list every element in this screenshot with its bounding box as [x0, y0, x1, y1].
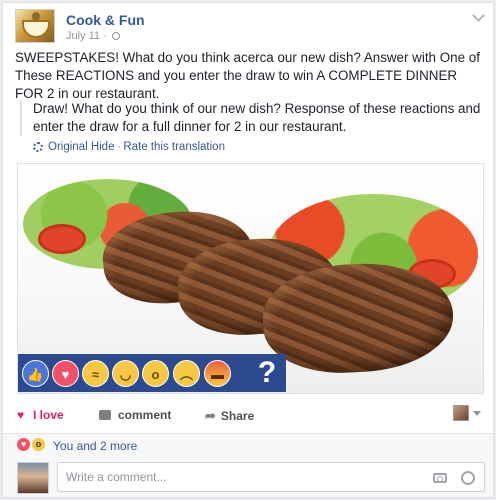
emoji-icon[interactable]: [461, 471, 475, 485]
profile-switcher[interactable]: [453, 405, 481, 421]
share-button-label: Share: [220, 409, 255, 423]
gear-icon: [33, 142, 43, 152]
comment-button-label: comment: [118, 408, 172, 422]
love-icon: ♥: [52, 360, 79, 387]
page-avatar[interactable]: [15, 9, 55, 43]
caret-down-icon: [473, 410, 481, 416]
original-hide-link[interactable]: Original Hide: [48, 141, 114, 153]
angry-icon: ▬: [204, 360, 231, 387]
wow-reaction-icon: o: [32, 438, 45, 451]
post-text: SWEEPSTAKES! What do you think acerca ou…: [15, 50, 480, 101]
post-card: Cook & Fun July 11 · SWEEPSTAKES! What d…: [2, 2, 494, 498]
comment-button[interactable]: comment: [99, 408, 171, 422]
avatar-bowl: [22, 20, 50, 38]
sad-face: ︵: [179, 367, 193, 382]
reactions-summary[interactable]: ♥ o You and 2 more: [3, 433, 493, 457]
yay-icon: ◡: [112, 360, 139, 387]
heart-icon: ♥: [17, 407, 25, 422]
action-bar: ♥ I love comment ➦ Share: [15, 405, 483, 427]
post-date[interactable]: July 11 ·: [66, 30, 107, 42]
link-separator: ·: [117, 141, 122, 153]
user-avatar[interactable]: [17, 462, 49, 494]
reaction-overlay-strip: 👍 ♥ ≈ ◡ o ︵ ▬ ?: [18, 354, 286, 392]
post-header: Cook & Fun July 11 ·: [15, 9, 475, 43]
translated-text: Draw! What do you think of our new dish?…: [20, 100, 486, 136]
translation-links: Original Hide · Rate this translation: [33, 141, 225, 153]
love-reaction-icon: ♥: [17, 438, 30, 451]
page-name[interactable]: Cook & Fun: [66, 12, 145, 28]
love-button-label: I love: [33, 408, 64, 422]
love-button[interactable]: ♥ I love: [17, 408, 64, 422]
haha-face: ≈: [91, 367, 100, 382]
comment-icon: [99, 410, 111, 420]
tomato-slice: [38, 224, 86, 254]
angry-face: ▬: [211, 367, 224, 382]
post-date-line[interactable]: July 11 ·: [66, 30, 120, 42]
wow-face: o: [151, 367, 160, 382]
camera-icon[interactable]: [433, 473, 447, 483]
love-face: ♥: [61, 367, 70, 382]
like-face: 👍: [27, 367, 44, 382]
question-mark: ?: [257, 356, 277, 389]
yay-face: ◡: [119, 367, 132, 382]
wow-icon: o: [142, 360, 169, 387]
haha-icon: ≈: [82, 360, 109, 387]
reactions-summary-text[interactable]: You and 2 more: [53, 439, 137, 453]
sad-icon: ︵: [173, 360, 200, 387]
share-button[interactable]: ➦ Share: [205, 408, 254, 424]
comment-input[interactable]: [57, 462, 485, 492]
like-icon: 👍: [22, 360, 49, 387]
rate-translation-link[interactable]: Rate this translation: [123, 141, 225, 153]
comment-composer: [3, 457, 493, 497]
globe-icon: [111, 32, 120, 40]
share-icon: ➦: [205, 408, 216, 423]
mini-avatar: [453, 405, 469, 421]
post-photo[interactable]: 👍 ♥ ≈ ◡ o ︵ ▬ ?: [17, 163, 484, 394]
